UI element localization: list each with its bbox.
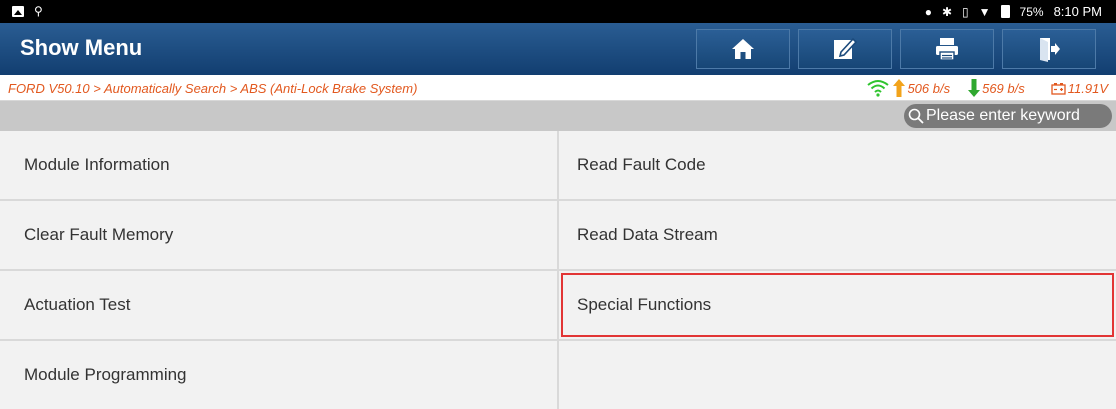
menu-item-empty: [559, 341, 1116, 409]
menu-item-actuation-test[interactable]: Actuation Test: [0, 271, 557, 339]
exit-button[interactable]: [1002, 29, 1096, 69]
wifi-icon: [867, 80, 890, 97]
edit-icon: [834, 37, 858, 59]
upload-arrow-icon: [893, 79, 906, 97]
menu-item-read-fault-code[interactable]: Read Fault Code: [559, 131, 1116, 199]
home-icon: [732, 39, 754, 59]
search-box[interactable]: [904, 104, 1112, 128]
location-icon: ●: [924, 4, 932, 19]
battery-percent: 75%: [1019, 4, 1044, 19]
wifi-status-icon: ▼: [978, 4, 991, 19]
clock: 8:10 PM: [1053, 4, 1102, 19]
edit-button[interactable]: [798, 29, 892, 69]
breadcrumb: FORD V50.10 > Automatically Search > ABS…: [8, 81, 418, 96]
menu-item-module-information[interactable]: Module Information: [0, 131, 557, 199]
upload-rate-value: 506 b/s: [907, 80, 951, 96]
menu-item-clear-fault-memory[interactable]: Clear Fault Memory: [0, 201, 557, 269]
status-bar: ⚲ ● ✱ ▯ ▼ 75% 8:10 PM: [0, 0, 1116, 23]
search-icon: [908, 108, 924, 124]
upload-rate: 506 b/s: [893, 79, 950, 97]
download-arrow-icon: [968, 79, 981, 97]
app-header: Show Menu: [0, 23, 1116, 75]
function-menu: Module Information Read Fault Code Clear…: [0, 131, 1116, 409]
download-rate: 569 b/s: [968, 79, 1025, 97]
print-button[interactable]: [900, 29, 994, 69]
download-rate-value: 569 b/s: [982, 80, 1025, 96]
battery-icon: [1000, 5, 1010, 18]
page-title: Show Menu: [20, 35, 143, 60]
vibrate-icon: ▯: [962, 4, 969, 19]
exit-icon: [1040, 38, 1060, 62]
menu-item-read-data-stream[interactable]: Read Data Stream: [559, 201, 1116, 269]
search-row: [0, 101, 1116, 131]
connection-stats: 506 b/s 569 b/s 11.91V: [867, 78, 1108, 98]
breadcrumb-bar: FORD V50.10 > Automatically Search > ABS…: [0, 75, 1116, 101]
search-input[interactable]: [926, 107, 1112, 125]
usb-debug-icon: ⚲: [34, 4, 43, 18]
menu-item-special-functions[interactable]: Special Functions: [559, 271, 1116, 339]
print-icon: [936, 38, 958, 61]
battery-voltage: 11.91V: [1051, 81, 1108, 96]
bluetooth-icon: ✱: [941, 4, 953, 19]
image-notification-icon: [12, 5, 24, 17]
menu-item-module-programming[interactable]: Module Programming: [0, 341, 557, 409]
home-button[interactable]: [696, 29, 790, 69]
battery-voltage-value: 11.91V: [1067, 80, 1108, 96]
car-battery-icon: [1051, 82, 1066, 95]
